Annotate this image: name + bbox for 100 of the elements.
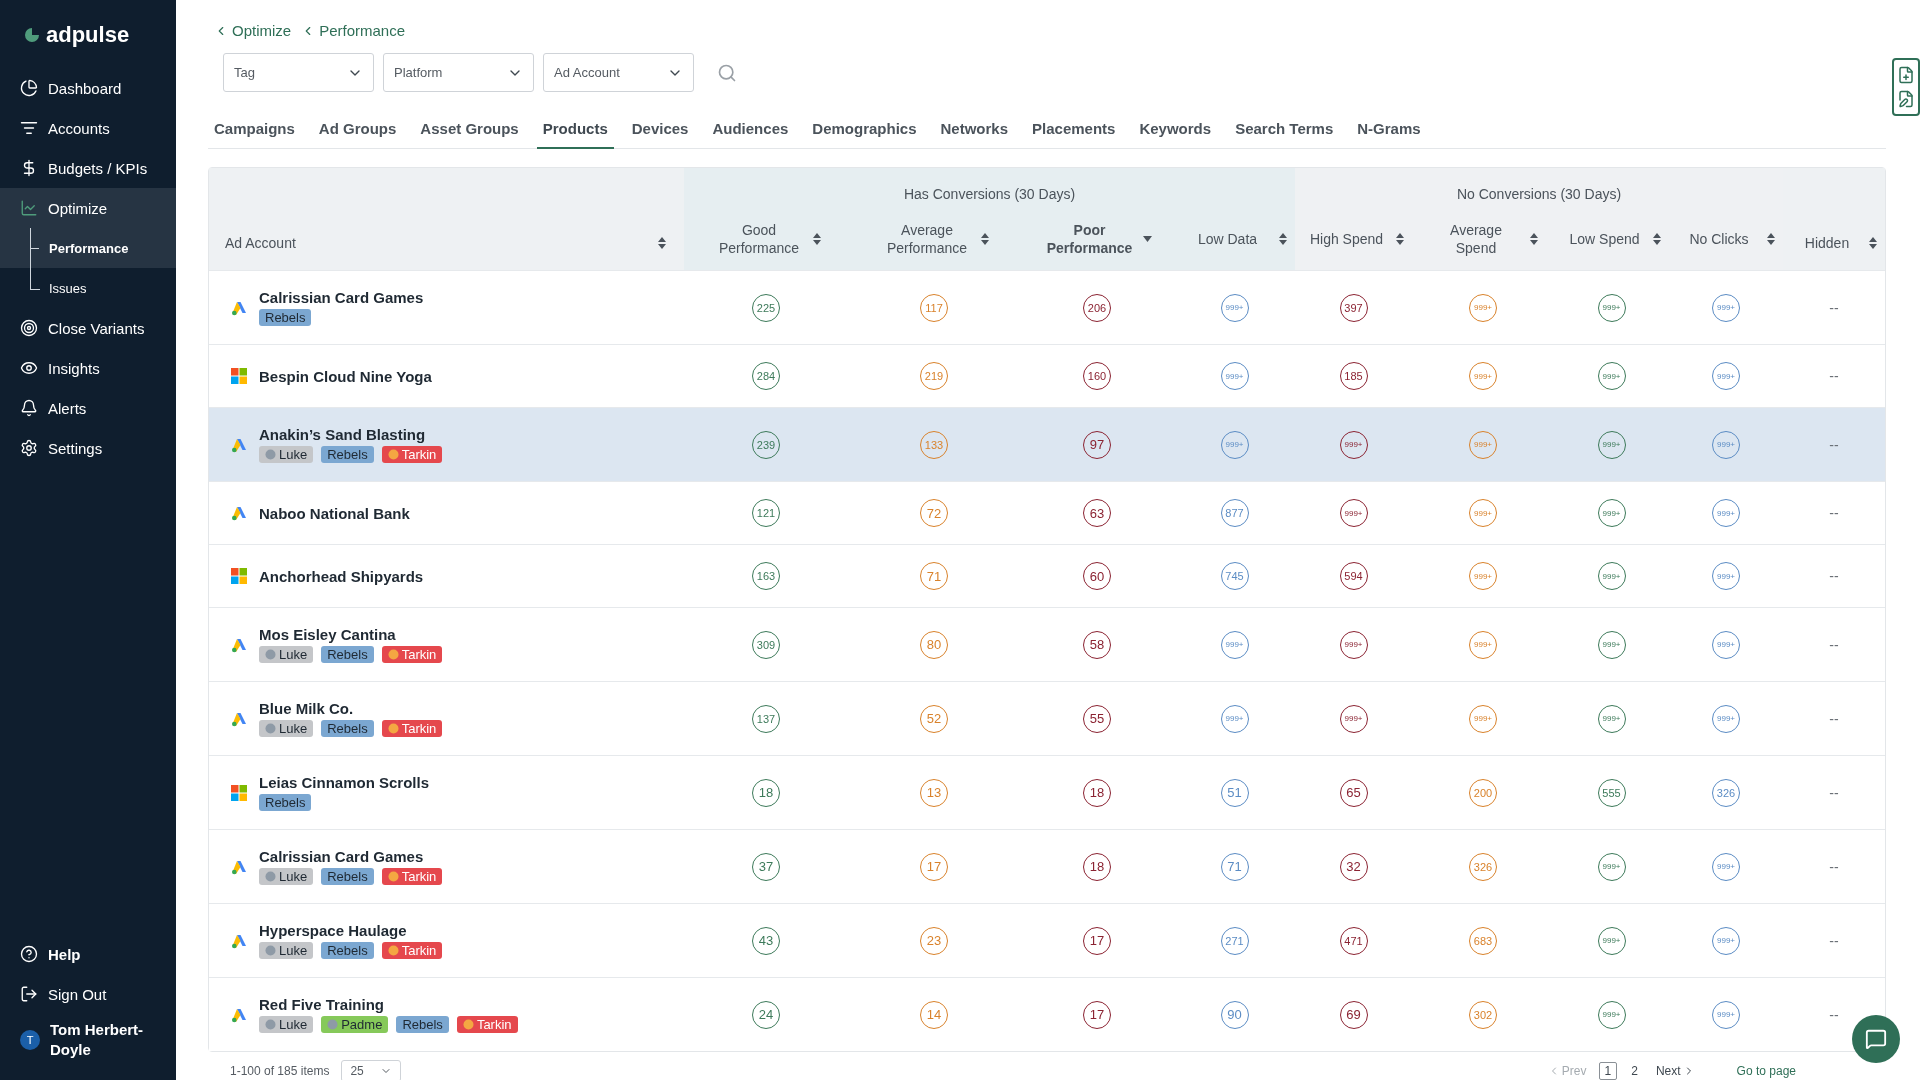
filter-select[interactable]: Tag bbox=[223, 53, 374, 92]
page-size-select[interactable]: 25 bbox=[341, 1060, 402, 1080]
filter-select[interactable]: Platform bbox=[383, 53, 534, 92]
tag: Rebels bbox=[321, 942, 374, 959]
tag: Tarkin bbox=[381, 720, 443, 737]
go-to-page-link[interactable]: Go to page bbox=[1736, 1064, 1796, 1078]
nav-item[interactable]: Accounts bbox=[0, 108, 176, 148]
nav-item[interactable]: Sign Out bbox=[0, 974, 176, 1014]
sort-icon[interactable] bbox=[980, 233, 989, 245]
tab[interactable]: Campaigns bbox=[208, 120, 301, 149]
sort-descending-icon[interactable] bbox=[1143, 236, 1152, 242]
nav-item[interactable]: Help bbox=[0, 934, 176, 974]
page-button[interactable]: 1 bbox=[1598, 1062, 1618, 1080]
column-label: Low Spend bbox=[1568, 230, 1641, 248]
column-label: No Clicks bbox=[1688, 230, 1750, 248]
column-label: High Spend bbox=[1308, 230, 1385, 248]
search-icon[interactable] bbox=[717, 62, 737, 83]
tab[interactable]: Asset Groups bbox=[414, 120, 525, 149]
account-name[interactable]: Anakin’s Sand Blasting bbox=[259, 426, 443, 443]
column-label: Poor Performance bbox=[1045, 221, 1134, 257]
line-chart-icon bbox=[20, 199, 38, 217]
nav-item[interactable]: Close Variants bbox=[0, 308, 176, 348]
breadcrumb-link[interactable]: Optimize bbox=[214, 22, 292, 39]
account-name[interactable]: Hyperspace Haulage bbox=[259, 922, 443, 939]
nav-item[interactable]: Settings bbox=[0, 428, 176, 468]
account-name[interactable]: Calrissian Card Games bbox=[259, 289, 424, 306]
page-button[interactable]: 2 bbox=[1625, 1062, 1644, 1080]
logo-icon bbox=[24, 27, 40, 43]
items-summary: 1-100 of 185 items bbox=[230, 1064, 330, 1078]
sort-icon[interactable] bbox=[1279, 233, 1287, 245]
tag: Rebels bbox=[396, 1016, 449, 1033]
table-row[interactable]: Red Five Training Luke Padme Rebels Tarkin 24 14 17 90 69 302 999+ 999+ -- bbox=[209, 977, 1885, 1051]
group-header: Has Conversions (30 Days) bbox=[684, 168, 1295, 208]
sort-icon[interactable] bbox=[658, 237, 666, 249]
column-label: Average Performance bbox=[885, 221, 969, 257]
tab[interactable]: Devices bbox=[625, 120, 695, 149]
column-label: Low Data bbox=[1196, 230, 1259, 248]
chat-button[interactable] bbox=[1852, 1015, 1900, 1063]
table-cell: -- bbox=[1829, 636, 1839, 653]
sort-icon[interactable] bbox=[1396, 233, 1404, 245]
table-cell: -- bbox=[1829, 568, 1839, 584]
table-cell: -- bbox=[1829, 710, 1839, 727]
next-button[interactable]: Next bbox=[1651, 1064, 1699, 1078]
tag: Luke bbox=[259, 942, 314, 959]
account-name[interactable]: Blue Milk Co. bbox=[259, 700, 443, 717]
tag-emoji-icon bbox=[387, 945, 399, 956]
account-name[interactable]: Red Five Training bbox=[259, 996, 518, 1013]
triangle-mark-icon bbox=[231, 505, 247, 521]
tag: Luke bbox=[259, 646, 314, 663]
tag-emoji-icon bbox=[387, 723, 399, 734]
account-name[interactable]: Bespin Cloud Nine Yoga bbox=[259, 367, 432, 385]
account-name[interactable]: Mos Eisley Cantina bbox=[259, 626, 443, 643]
tab[interactable]: Networks bbox=[934, 120, 1015, 149]
file-edit-icon[interactable] bbox=[1897, 90, 1915, 108]
account-name[interactable]: Anchorhead Shipyards bbox=[259, 567, 424, 585]
sort-icon[interactable] bbox=[812, 233, 821, 245]
nav-subitem[interactable]: Issues bbox=[0, 268, 176, 308]
sort-icon[interactable] bbox=[1529, 233, 1538, 245]
tab[interactable]: N-Grams bbox=[1351, 120, 1427, 149]
tab[interactable]: Audiences bbox=[706, 120, 795, 149]
filter-select[interactable]: Ad Account bbox=[543, 53, 694, 92]
four-squares-icon bbox=[231, 784, 247, 801]
chat-icon bbox=[1865, 1028, 1887, 1050]
tag-emoji-icon bbox=[265, 945, 276, 956]
tab[interactable]: Search Terms bbox=[1229, 120, 1340, 149]
tab[interactable]: Keywords bbox=[1133, 120, 1218, 149]
triangle-mark-icon bbox=[231, 1006, 247, 1023]
tab[interactable]: Products bbox=[536, 120, 614, 149]
tag: Luke bbox=[259, 1016, 314, 1033]
tab[interactable]: Ad Groups bbox=[312, 120, 403, 149]
table-cell: -- bbox=[1829, 505, 1839, 521]
sort-icon[interactable] bbox=[1869, 237, 1877, 249]
nav-item[interactable]: Alerts bbox=[0, 388, 176, 428]
list-icon bbox=[20, 119, 38, 137]
nav-item[interactable]: Insights bbox=[0, 348, 176, 388]
tag: Rebels bbox=[321, 646, 374, 663]
nav-item[interactable]: Dashboard bbox=[0, 68, 176, 108]
nav-subitem[interactable]: Performance bbox=[0, 228, 176, 268]
user-name: Tom Herbert-Doyle bbox=[50, 1020, 145, 1060]
sort-icon[interactable] bbox=[1653, 233, 1661, 245]
sort-icon[interactable] bbox=[1767, 233, 1775, 245]
bell-icon bbox=[20, 399, 38, 417]
tab[interactable]: Demographics bbox=[806, 120, 923, 149]
triangle-mark-icon bbox=[231, 636, 247, 653]
table-row[interactable]: Anakin’s Sand Blasting Luke Rebels Tarkin 239 133 97 999+ 999+ 999+ 999+ 999+ -- bbox=[209, 407, 1885, 481]
account-name[interactable]: Naboo National Bank bbox=[259, 504, 410, 522]
triangle-mark-icon bbox=[231, 932, 247, 949]
column-label: Average Spend bbox=[1449, 221, 1503, 257]
account-name[interactable]: Leias Cinnamon Scrolls bbox=[259, 774, 430, 791]
tag: Tarkin bbox=[381, 868, 443, 885]
breadcrumb-link[interactable]: Performance bbox=[301, 22, 406, 39]
account-name[interactable]: Calrissian Card Games bbox=[259, 848, 443, 865]
nav-item[interactable]: Optimize bbox=[0, 188, 176, 228]
table-cell: -- bbox=[1829, 784, 1839, 801]
tag: Rebels bbox=[321, 868, 374, 885]
tag-emoji-icon bbox=[387, 449, 399, 460]
nav-item[interactable]: Budgets / KPIs bbox=[0, 148, 176, 188]
column-label: Ad Account bbox=[225, 235, 296, 251]
tab[interactable]: Placements bbox=[1026, 120, 1122, 149]
file-plus-icon[interactable] bbox=[1897, 66, 1915, 84]
